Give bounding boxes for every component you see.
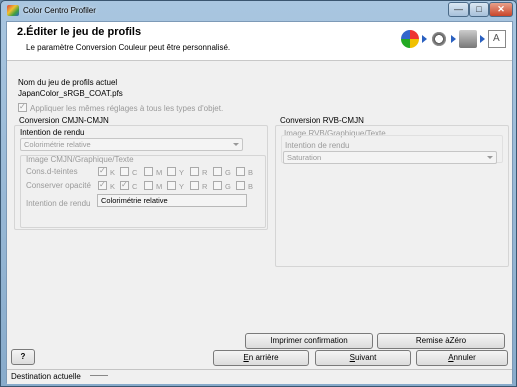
cmyk-object-title: Image CMJN/Graphique/Texte — [26, 155, 134, 164]
status-bar: Destination actuelle — [7, 369, 512, 384]
keep-r-checkbox[interactable] — [190, 181, 199, 190]
document-icon — [488, 30, 506, 48]
channel-r-label: R — [202, 182, 208, 191]
cons-b-checkbox[interactable] — [236, 167, 245, 176]
maximize-button[interactable]: □ — [469, 2, 489, 17]
channel-m-label: M — [156, 168, 163, 177]
page-subtitle: Le paramètre Conversion Couleur peut êtr… — [26, 43, 231, 52]
status-separator — [90, 375, 108, 376]
channel-g-label: G — [225, 168, 231, 177]
dialog-client: 2.Éditer le jeu de profils Le paramètre … — [6, 21, 513, 384]
cons-k-checkbox[interactable] — [98, 166, 107, 176]
back-label: n arrière — [248, 353, 279, 362]
object-intent-field[interactable]: Colorimétrie relative — [97, 194, 247, 207]
main-window: Color Centro Profiler — □ ✕ 2.Éditer le … — [0, 0, 517, 387]
destination-label: Destination actuelle — [11, 372, 81, 381]
profile-name-label: Nom du jeu de profils actuel — [18, 78, 118, 87]
channel-b-label: B — [248, 182, 254, 191]
reset-zero-button[interactable]: Remise àZéro — [377, 333, 505, 349]
rgb-intent-label: Intention de rendu — [285, 141, 350, 150]
apply-all-checkbox[interactable] — [18, 102, 27, 112]
app-logo-icon — [7, 5, 19, 16]
cons-g-checkbox[interactable] — [213, 167, 222, 176]
keep-b-checkbox[interactable] — [236, 181, 245, 190]
rgb-section-title: Conversion RVB-CMJN — [280, 116, 364, 125]
color-wheel-icon — [401, 30, 419, 48]
title-bar[interactable]: Color Centro Profiler — □ ✕ — [1, 1, 516, 21]
window-title: Color Centro Profiler — [23, 6, 96, 15]
cons-teintes-label: Cons.d-teintes — [26, 167, 78, 176]
channel-b-label: B — [248, 168, 254, 177]
profile-name-value: JapanColor_sRGB_COAT.pfs — [18, 89, 123, 98]
channel-g-label: G — [225, 182, 231, 191]
channel-y-label: Y — [179, 168, 185, 177]
help-button[interactable]: ? — [11, 349, 35, 365]
cmyk-intent-select[interactable]: Colorimétrie relative — [20, 138, 243, 151]
chevron-down-icon — [487, 156, 493, 159]
wizard-steps — [401, 26, 506, 52]
channel-c-label: C — [132, 168, 138, 177]
cons-c-checkbox[interactable] — [120, 167, 129, 176]
keep-c-checkbox[interactable] — [120, 180, 129, 190]
print-confirmation-button[interactable]: Imprimer confirmation — [245, 333, 373, 349]
channel-y-label: Y — [179, 182, 185, 191]
object-intent-value: Colorimétrie relative — [101, 196, 168, 205]
chevron-down-icon — [233, 143, 239, 146]
minimize-button[interactable]: — — [448, 2, 469, 17]
close-button[interactable]: ✕ — [489, 2, 513, 17]
cmyk-section-title: Conversion CMJN-CMJN — [19, 116, 109, 125]
keep-m-checkbox[interactable] — [144, 181, 153, 190]
cancel-button[interactable]: Annuler — [416, 350, 508, 366]
gear-icon — [430, 30, 448, 48]
channel-r-label: R — [202, 168, 208, 177]
channel-c-label: C — [132, 182, 138, 191]
step-arrow-icon — [422, 35, 427, 43]
apply-all-label: Appliquer les mêmes réglages à tous les … — [30, 104, 224, 113]
channel-m-label: M — [156, 182, 163, 191]
wizard-header: 2.Éditer le jeu de profils Le paramètre … — [7, 22, 512, 61]
next-label: uivant — [354, 353, 377, 362]
step-arrow-icon — [451, 35, 456, 43]
cons-m-checkbox[interactable] — [144, 167, 153, 176]
page-title: 2.Éditer le jeu de profils — [17, 26, 142, 38]
keep-opacity-label: Conserver opacité — [26, 181, 91, 190]
step-arrow-icon — [480, 35, 485, 43]
keep-g-checkbox[interactable] — [213, 181, 222, 190]
printer-icon — [459, 30, 477, 48]
rgb-intent-select[interactable]: Saturation — [283, 151, 497, 164]
channel-k-label: K — [110, 182, 116, 191]
channel-k-label: K — [110, 168, 116, 177]
object-intent-label: Intention de rendu — [26, 199, 91, 208]
cmyk-object-group — [20, 155, 266, 228]
help-icon: ? — [20, 352, 26, 361]
cmyk-intent-label: Intention de rendu — [20, 128, 85, 137]
next-button[interactable]: Suivant — [315, 350, 411, 366]
cons-r-checkbox[interactable] — [190, 167, 199, 176]
keep-y-checkbox[interactable] — [167, 181, 176, 190]
cancel-label: nnuler — [453, 353, 476, 362]
keep-k-checkbox[interactable] — [98, 180, 107, 190]
back-button[interactable]: En arrière — [213, 350, 309, 366]
cons-y-checkbox[interactable] — [167, 167, 176, 176]
